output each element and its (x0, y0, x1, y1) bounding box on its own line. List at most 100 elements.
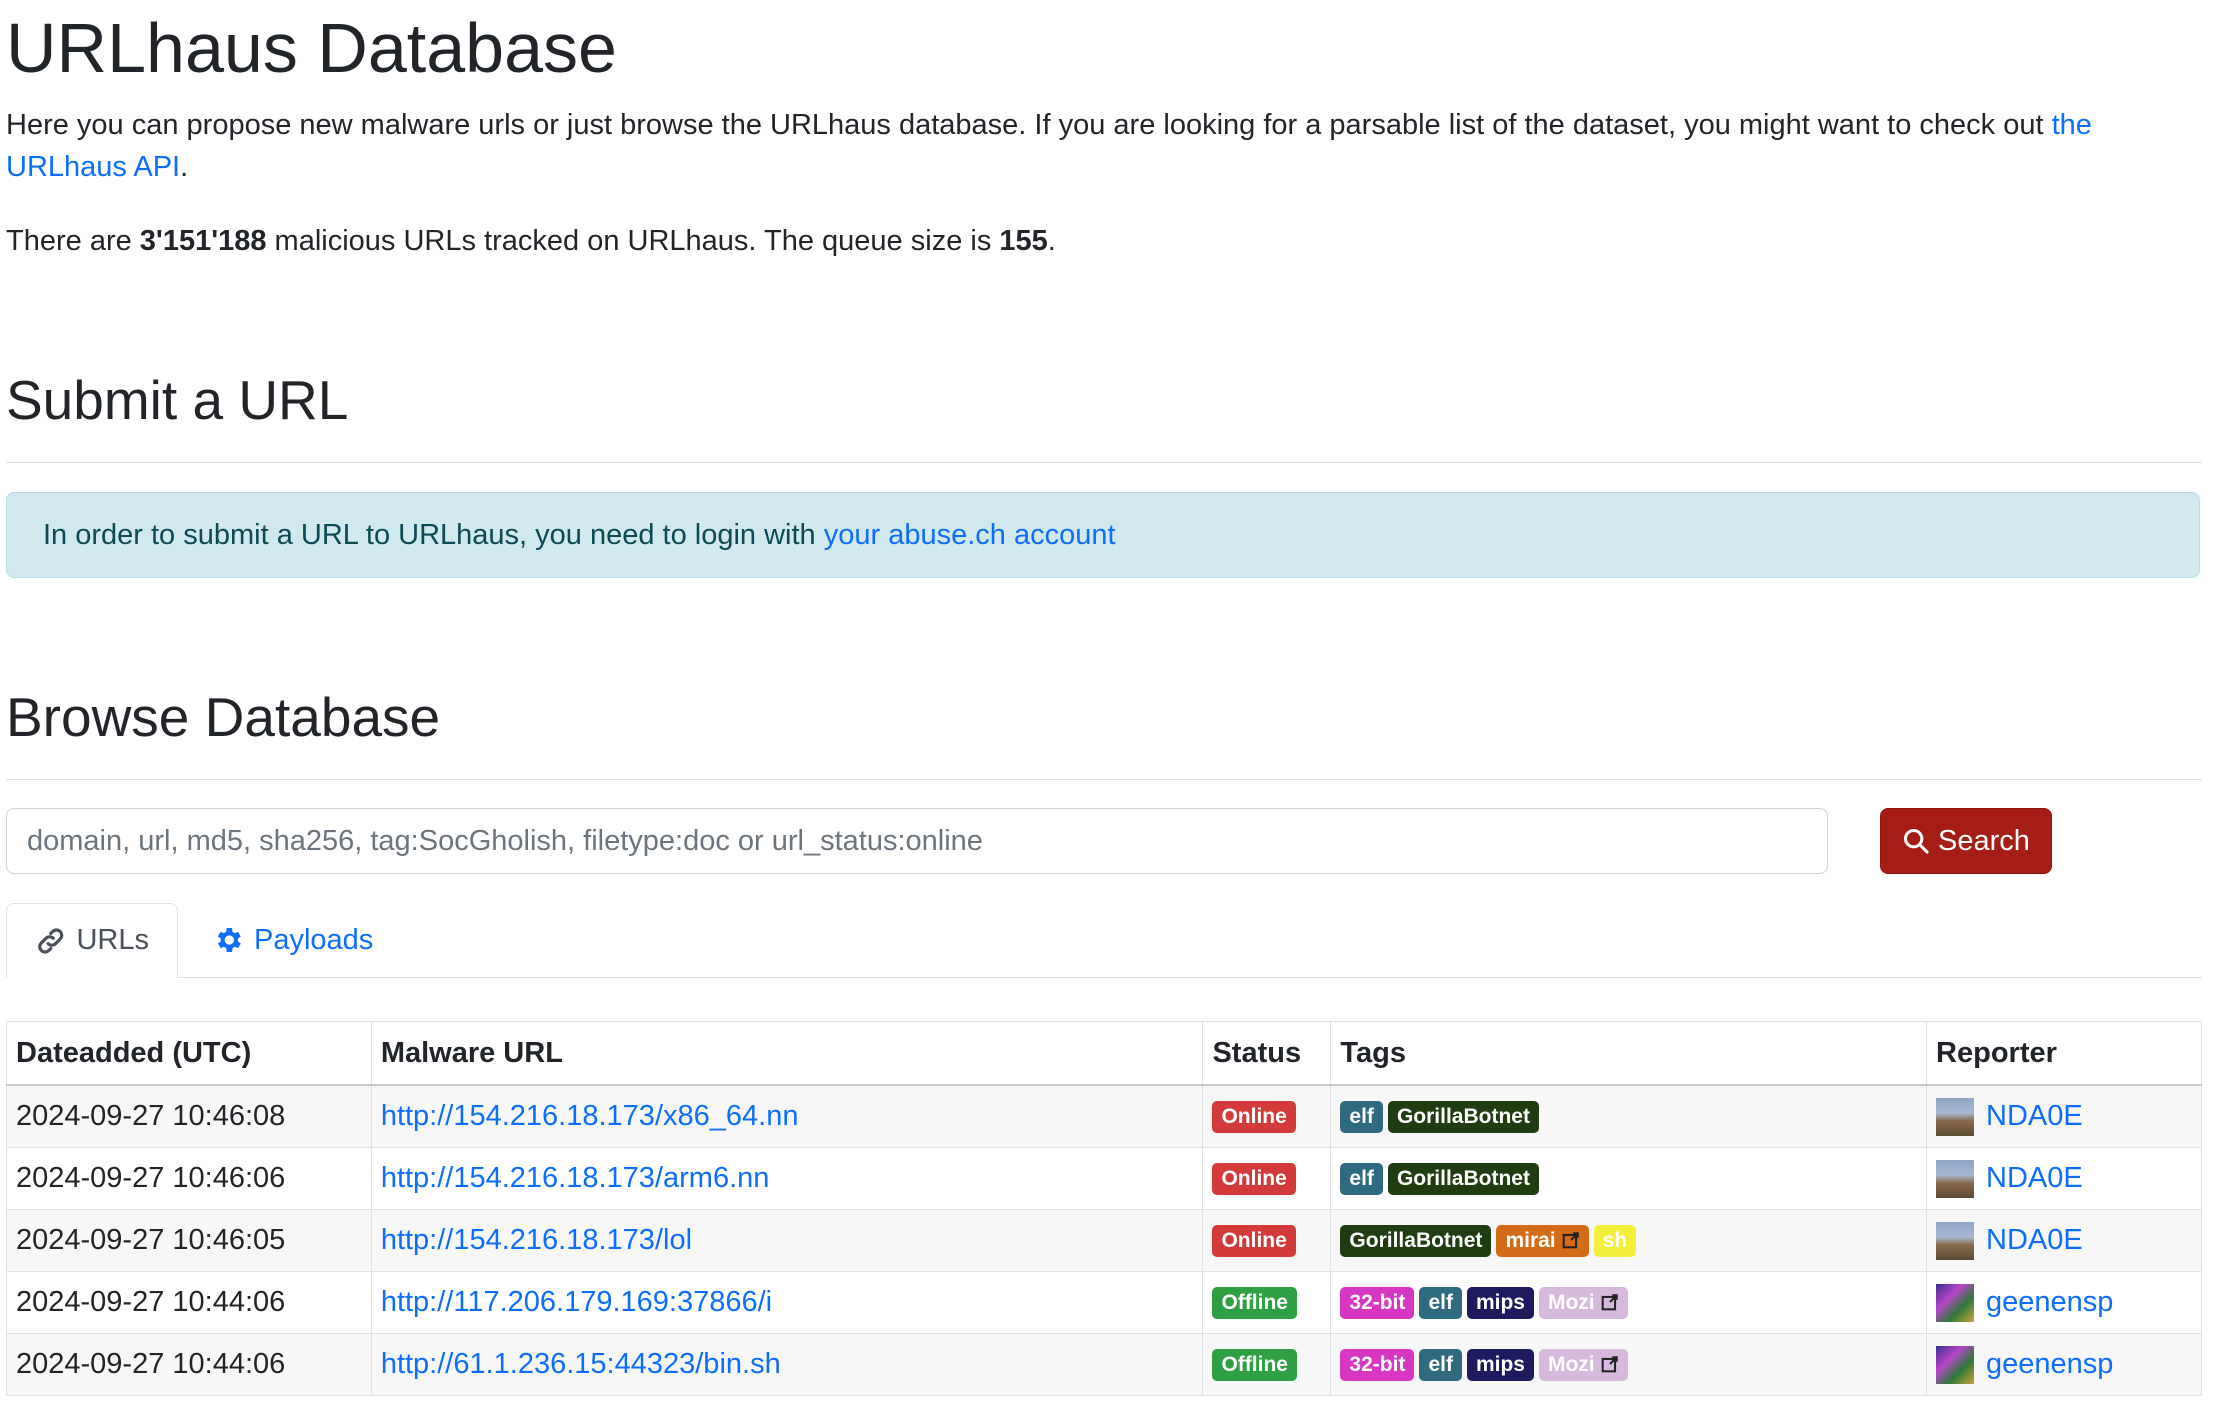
submit-heading: Submit a URL (6, 369, 349, 431)
tag-badge[interactable]: sh (1593, 1225, 1637, 1258)
status-badge: Offline (1212, 1287, 1297, 1320)
table-row: 2024-09-27 10:46:05 http://154.216.18.17… (6, 1209, 2202, 1272)
status-cell: Online (1202, 1209, 1332, 1272)
status-badge: Offline (1212, 1349, 1297, 1382)
tab-bar: URLs Payloads (6, 903, 2202, 978)
tags-cell: GorillaBotnet mirai sh (1330, 1209, 1928, 1272)
status-badge: Online (1212, 1225, 1296, 1258)
status-badge: Online (1212, 1101, 1296, 1134)
tab-urls[interactable]: URLs (6, 903, 178, 978)
url-cell: http://61.1.236.15:44323/bin.sh (370, 1333, 1204, 1396)
tag-badge[interactable]: 32-bit (1340, 1287, 1415, 1320)
reporter-link[interactable]: NDA0E (1986, 1162, 2083, 1195)
table-row: 2024-09-27 10:44:06 http://61.1.236.15:4… (6, 1333, 2202, 1396)
avatar (1936, 1283, 1975, 1322)
reporter-cell: NDA0E (1926, 1209, 2202, 1272)
status-cell: Online (1202, 1147, 1332, 1210)
browse-heading: Browse Database (6, 686, 441, 748)
login-alert: In order to submit a URL to URLhaus, you… (6, 492, 2200, 578)
column-header-dateadded[interactable]: Dateadded (UTC) (6, 1021, 372, 1086)
page-title: URLhaus Database (6, 9, 617, 87)
tab-payloads[interactable]: Payloads (184, 903, 401, 977)
url-count: 3'151'188 (139, 225, 267, 257)
date-cell: 2024-09-27 10:44:06 (6, 1271, 372, 1334)
urls-table: Dateadded (UTC) Malware URL Status Tags … (6, 1021, 2202, 1396)
stats-end: . (1047, 225, 1056, 257)
malware-url-link[interactable]: http://154.216.18.173/lol (381, 1224, 692, 1256)
tag-badge[interactable]: elf (1419, 1287, 1462, 1320)
tag-badge[interactable]: mirai (1496, 1225, 1589, 1258)
reporter-link[interactable]: NDA0E (1986, 1224, 2083, 1257)
reporter-link[interactable]: NDA0E (1986, 1100, 2083, 1133)
column-header-status[interactable]: Status (1202, 1021, 1332, 1086)
tags-cell: elf GorillaBotnet (1330, 1147, 1928, 1210)
intro-paragraph: Here you can propose new malware urls or… (6, 104, 2156, 188)
status-cell: Offline (1202, 1333, 1332, 1396)
avatar (1936, 1159, 1975, 1198)
malware-url-link[interactable]: http://154.216.18.173/arm6.nn (381, 1162, 770, 1194)
external-link-icon (1601, 1294, 1618, 1311)
date-cell: 2024-09-27 10:46:05 (6, 1209, 372, 1272)
tags-cell: 32-bit elf mips Mozi (1330, 1333, 1928, 1396)
external-link-icon (1562, 1232, 1579, 1249)
tag-badge[interactable]: Mozi (1538, 1287, 1628, 1320)
tag-badge[interactable]: GorillaBotnet (1340, 1225, 1492, 1258)
url-cell: http://154.216.18.173/x86_64.nn (370, 1084, 1204, 1148)
column-header-tags[interactable]: Tags (1330, 1021, 1928, 1086)
table-row: 2024-09-27 10:44:06 http://117.206.179.1… (6, 1271, 2202, 1334)
url-cell: http://117.206.179.169:37866/i (370, 1271, 1204, 1334)
tab-urls-label: URLs (76, 924, 149, 956)
intro-text: Here you can propose new malware urls or… (6, 109, 2052, 141)
table-row: 2024-09-27 10:46:08 http://154.216.18.17… (6, 1084, 2202, 1148)
malware-url-link[interactable]: http://154.216.18.173/x86_64.nn (381, 1100, 799, 1132)
table-row: 2024-09-27 10:46:06 http://154.216.18.17… (6, 1147, 2202, 1210)
reporter-cell: geenensp (1926, 1271, 2202, 1334)
column-header-reporter[interactable]: Reporter (1926, 1021, 2202, 1086)
tags-cell: elf GorillaBotnet (1330, 1084, 1928, 1148)
tag-badge[interactable]: mips (1466, 1349, 1534, 1382)
tag-label: Mozi (1547, 1353, 1595, 1377)
divider (6, 462, 2202, 463)
stats-mid: malicious URLs tracked on URLhaus. The q… (266, 225, 1000, 257)
tag-badge[interactable]: Mozi (1538, 1349, 1628, 1382)
tag-badge[interactable]: mips (1466, 1287, 1534, 1320)
intro-end: . (180, 151, 189, 183)
external-link-icon (1601, 1356, 1618, 1373)
malware-url-link[interactable]: http://117.206.179.169:37866/i (381, 1286, 772, 1318)
urlhaus-page: URLhaus Database Here you can propose ne… (0, 0, 2214, 1422)
stats-paragraph: There are 3'151'188 malicious URLs track… (6, 220, 1056, 262)
column-header-malware-url[interactable]: Malware URL (370, 1021, 1204, 1086)
status-cell: Offline (1202, 1271, 1332, 1334)
reporter-link[interactable]: geenensp (1986, 1348, 2113, 1381)
reporter-cell: NDA0E (1926, 1084, 2202, 1148)
abuse-account-link[interactable]: your abuse.ch account (824, 519, 1116, 551)
date-cell: 2024-09-27 10:44:06 (6, 1333, 372, 1396)
queue-size: 155 (999, 225, 1048, 257)
avatar (1936, 1345, 1975, 1384)
table-header-row: Dateadded (UTC) Malware URL Status Tags … (6, 1021, 2202, 1086)
alert-text: In order to submit a URL to URLhaus, you… (43, 519, 824, 551)
url-cell: http://154.216.18.173/lol (370, 1209, 1204, 1272)
date-cell: 2024-09-27 10:46:08 (6, 1084, 372, 1148)
tag-badge[interactable]: 32-bit (1340, 1349, 1415, 1382)
divider (6, 779, 2202, 780)
search-input[interactable] (6, 808, 1828, 874)
search-button[interactable]: Search (1880, 808, 2052, 874)
link-icon (38, 927, 64, 954)
status-badge: Online (1212, 1163, 1296, 1196)
reporter-link[interactable]: geenensp (1986, 1286, 2113, 1319)
tag-badge[interactable]: GorillaBotnet (1387, 1163, 1539, 1196)
search-icon (1904, 828, 1929, 854)
date-cell: 2024-09-27 10:46:06 (6, 1147, 372, 1210)
malware-url-link[interactable]: http://61.1.236.15:44323/bin.sh (381, 1348, 781, 1380)
tag-label: mirai (1505, 1229, 1556, 1253)
avatar (1936, 1221, 1975, 1260)
tag-badge[interactable]: elf (1340, 1163, 1383, 1196)
gear-icon (217, 928, 241, 952)
tab-payloads-label: Payloads (254, 923, 374, 956)
status-cell: Online (1202, 1084, 1332, 1148)
search-button-label: Search (1938, 824, 2030, 857)
tag-badge[interactable]: elf (1340, 1101, 1383, 1134)
tag-badge[interactable]: GorillaBotnet (1387, 1101, 1539, 1134)
tag-badge[interactable]: elf (1419, 1349, 1462, 1382)
